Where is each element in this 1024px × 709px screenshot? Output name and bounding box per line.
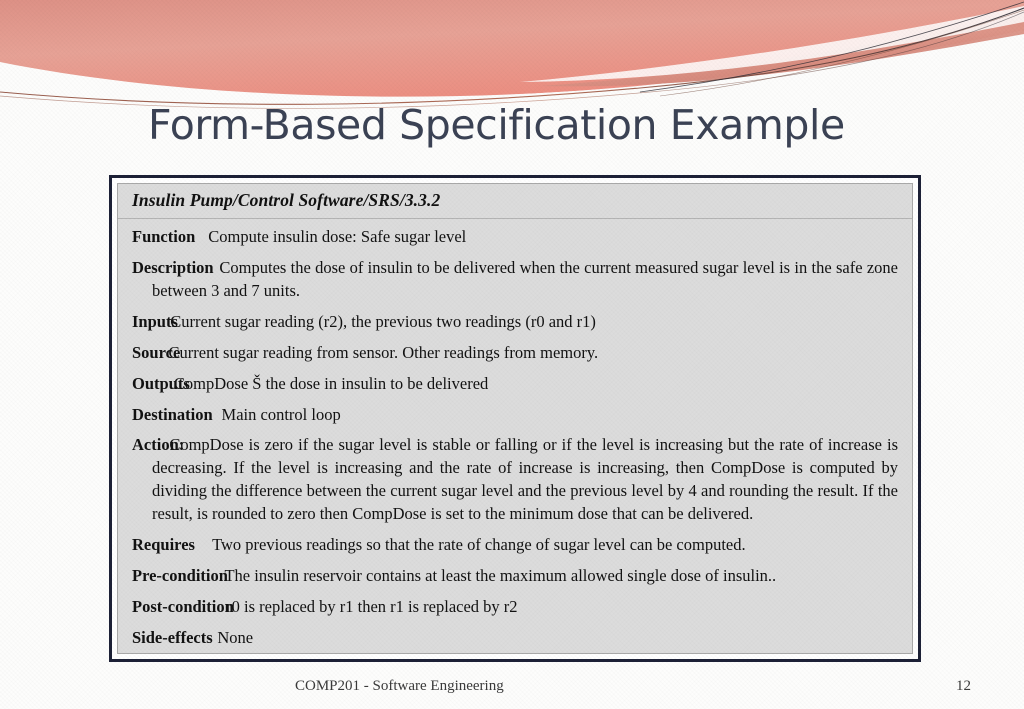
specification-form-frame: Insulin Pump/Control Software/SRS/3.3.2 … (109, 175, 921, 662)
spec-gap (160, 343, 168, 362)
spec-row-outputs: Outputs CompDose Š the dose in insulin t… (132, 373, 898, 396)
spec-value-post-condition: r0 is replaced by r1 then r1 is replaced… (226, 596, 518, 616)
spec-gap (193, 628, 218, 647)
spec-row-pre-condition: Pre-condition The insulin reservoir cont… (132, 565, 898, 588)
slide: Form-Based Specification Example Insulin… (0, 0, 1024, 709)
spec-row-inputs: Inputs Current sugar reading (r2), the p… (132, 311, 898, 334)
spec-value-source: Current sugar reading from sensor. Other… (168, 343, 599, 363)
spec-gap (175, 535, 212, 554)
spec-row-source: Source Current sugar reading from sensor… (132, 342, 898, 365)
header-ribbon-decoration (0, 0, 1024, 112)
spec-header: Insulin Pump/Control Software/SRS/3.3.2 (118, 184, 912, 219)
spec-gap (208, 566, 225, 585)
spec-value-requires: Two previous readings so that the rate o… (212, 535, 746, 555)
spec-row-function: Function Compute insulin dose: Safe suga… (132, 226, 898, 249)
footer-course-label: COMP201 - Software Engineering (295, 678, 504, 694)
spec-value-destination: Main control loop (221, 404, 341, 424)
specification-form-panel: Insulin Pump/Control Software/SRS/3.3.2 … (117, 183, 913, 654)
spec-value-action: CompDose is zero if the sugar level is s… (152, 435, 899, 523)
spec-gap (194, 258, 220, 277)
spec-gap (214, 597, 226, 616)
page-title: Form-Based Specification Example (148, 101, 845, 149)
spec-rows: Function Compute insulin dose: Safe suga… (118, 219, 912, 649)
spec-value-description: Computes the dose of insulin to be deliv… (152, 257, 898, 300)
spec-row-description: Description Computes the dose of insulin… (132, 257, 898, 303)
spec-row-destination: Destination Main control loop (132, 404, 898, 427)
spec-gap (193, 405, 222, 424)
spec-row-side-effects: Side-effects None (132, 627, 898, 650)
spec-row-action: Action: CompDose is zero if the sugar le… (132, 434, 898, 525)
spec-value-pre-condition: The insulin reservoir contains at least … (224, 566, 777, 586)
spec-gap (175, 227, 208, 246)
spec-value-function: Compute insulin dose: Safe sugar level (208, 227, 467, 246)
spec-gap (158, 312, 170, 331)
spec-value-outputs: CompDose Š the dose in insulin to be del… (173, 373, 489, 393)
spec-value-side-effects: None (217, 627, 254, 647)
spec-row-requires: Requires Two previous readings so that t… (132, 534, 898, 557)
footer-page-number: 12 (956, 678, 971, 694)
spec-value-inputs: Current sugar reading (r2), the previous… (170, 312, 596, 332)
spec-row-post-condition: Post-condition r0 is replaced by r1 then… (132, 596, 898, 619)
